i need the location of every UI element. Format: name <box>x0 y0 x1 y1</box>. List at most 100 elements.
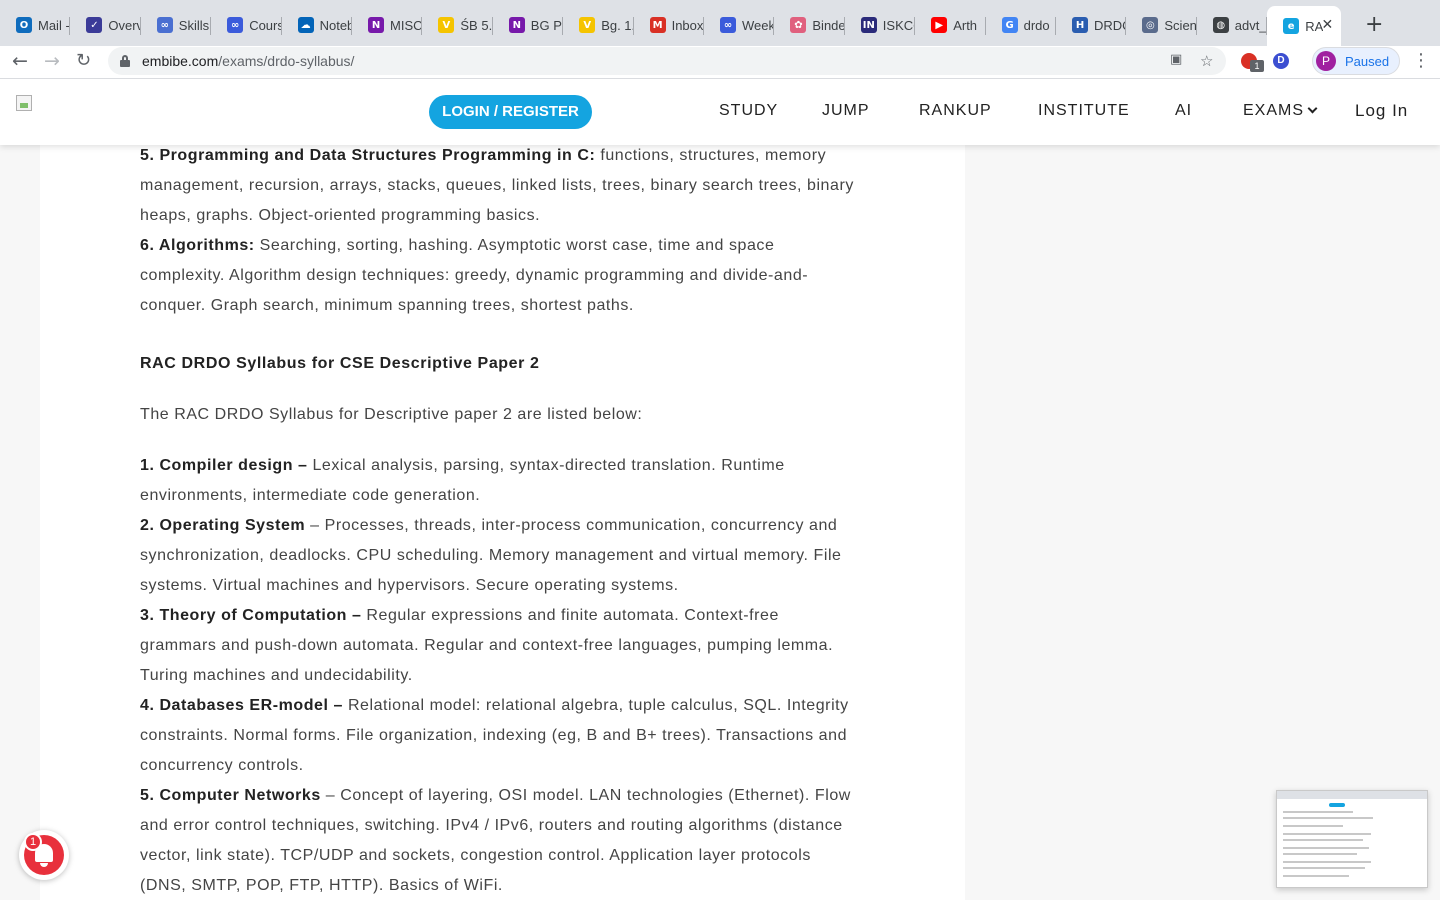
avatar: P <box>1316 51 1336 71</box>
tab-title: Bg. 1. <box>601 17 634 33</box>
tab-favicon-icon: ∞ <box>156 17 173 33</box>
browser-tab[interactable]: V ŚB 5. <box>422 8 493 42</box>
nav-institute[interactable]: INSTITUTE <box>1038 102 1130 120</box>
paragraph-programming: 5. Programming and Data Structures Progr… <box>140 147 854 224</box>
tab-title: advt_ <box>1234 17 1267 33</box>
browser-tab[interactable]: O Mail - <box>0 8 71 42</box>
login-register-button[interactable]: LOGIN / REGISTER <box>429 95 592 129</box>
tab-favicon-icon: G <box>1001 17 1018 33</box>
bookmark-star-icon[interactable]: ☆ <box>1200 52 1213 70</box>
browser-tab[interactable]: ∞ Week <box>704 8 775 42</box>
tab-favicon-icon: ∞ <box>227 17 244 33</box>
browser-tab[interactable]: ✓ Overv <box>70 8 141 42</box>
tab-title: Binde <box>812 17 845 33</box>
tab-favicon-icon: ✓ <box>86 17 103 33</box>
tab-title: MISC <box>390 17 423 33</box>
address-bar[interactable]: embibe.com/exams/drdo-syllabus/ ▣ ☆ <box>108 47 1226 75</box>
site-header: LOGIN / REGISTER STUDY JUMP RANKUP INSTI… <box>0 79 1440 145</box>
tab-title: BG Pr <box>530 17 564 33</box>
list-item-os: 2. Operating System – Processes, threads… <box>140 517 842 594</box>
tab-title: Arth <box>953 17 978 33</box>
list-item-compiler: 1. Compiler design – Lexical analysis, p… <box>140 457 785 504</box>
nav-study[interactable]: STUDY <box>719 102 778 120</box>
back-arrow-icon[interactable]: ← <box>12 50 28 72</box>
section-heading: RAC DRDO Syllabus for CSE Descriptive Pa… <box>140 355 540 372</box>
tab-favicon-icon: ✿ <box>790 17 807 33</box>
browser-tab[interactable]: ◍ advt_ <box>1197 8 1268 42</box>
tab-title: Noteb <box>319 17 352 33</box>
browser-tab[interactable]: Gdrdo <box>986 8 1056 42</box>
tab-favicon-icon: ∞ <box>720 17 736 33</box>
extension-d-icon[interactable]: D <box>1273 53 1289 69</box>
browser-menu-icon[interactable]: ⋮ <box>1412 50 1430 71</box>
tab-title: Overv <box>108 17 141 33</box>
tab-close-icon[interactable]: ✕ <box>1321 16 1333 33</box>
browser-tab[interactable]: IN ISKCC <box>845 8 916 42</box>
nav-jump[interactable]: JUMP <box>822 102 870 120</box>
screenshot-thumbnail[interactable] <box>1276 790 1428 888</box>
list-item-databases: 4. Databases ER-model – Relational model… <box>140 697 849 774</box>
tab-favicon-icon: V <box>438 17 455 33</box>
tab-favicon-icon: O <box>16 17 32 33</box>
tab-favicon-icon: ▶ <box>931 17 948 33</box>
browser-tab[interactable]: M Inbox <box>634 8 704 42</box>
browser-tab[interactable]: e RA ✕ <box>1267 6 1342 46</box>
list-item-networks: 5. Computer Networks – Concept of layeri… <box>140 787 851 894</box>
nav-rankup[interactable]: RANKUP <box>919 102 992 120</box>
tab-favicon-icon: N <box>508 17 525 33</box>
browser-tab[interactable]: ∞ Skills <box>141 8 212 42</box>
browser-tab[interactable]: H DRDC <box>1056 8 1127 42</box>
tab-favicon-icon: IN <box>860 17 877 33</box>
url-text[interactable]: embibe.com/exams/drdo-syllabus/ <box>142 53 354 69</box>
profile-button[interactable]: P Paused <box>1312 47 1400 75</box>
tab-title: Inbox <box>671 17 704 33</box>
extension-badge: 1 <box>1250 60 1264 72</box>
tab-favicon-icon: ☁ <box>297 17 314 33</box>
reload-icon[interactable]: ↻ <box>76 50 91 71</box>
tab-title: ŚB 5. <box>460 17 493 33</box>
browser-toolbar: ← → ↻ embibe.com/exams/drdo-syllabus/ ▣ … <box>0 46 1440 79</box>
tab-favicon-icon: H <box>1072 17 1088 33</box>
tab-favicon-icon: ◍ <box>1212 17 1229 33</box>
tab-favicon-icon: ◎ <box>1142 17 1159 33</box>
browser-tab[interactable]: ✿ Binde <box>774 8 845 42</box>
profile-status: Paused <box>1345 54 1390 69</box>
blocked-popup-icon[interactable]: ▣ <box>1170 52 1182 67</box>
new-tab-button[interactable]: + <box>1365 12 1383 37</box>
section-intro: The RAC DRDO Syllabus for Descriptive pa… <box>140 406 643 423</box>
browser-tab[interactable]: ▶ Arth <box>915 8 986 42</box>
browser-tabstrip: O Mail - ✓ Overv ∞ Skills ∞ Cours ☁ Noteb N MISC V ŚB… <box>0 0 1440 46</box>
nav-login[interactable]: Log In <box>1355 101 1408 121</box>
tab-title: ISKCC <box>882 17 915 33</box>
chevron-down-icon <box>1307 103 1318 114</box>
tab-favicon-icon: M <box>649 17 666 33</box>
page-viewport: 5. Programming and Data Structures Progr… <box>0 79 1440 900</box>
browser-tab[interactable]: ☁ Noteb <box>282 8 352 42</box>
browser-tab[interactable]: V Bg. 1. <box>563 8 634 42</box>
tab-favicon-icon: N <box>368 17 384 33</box>
nav-ai[interactable]: AI <box>1175 102 1192 120</box>
tab-title: drdo <box>1023 17 1050 33</box>
browser-tab[interactable]: ∞ Cours <box>211 8 282 42</box>
tab-title: DRDC <box>1094 17 1126 33</box>
list-item-toc: 3. Theory of Computation – Regular expre… <box>140 607 834 684</box>
article-content: 5. Programming and Data Structures Progr… <box>40 79 965 900</box>
tab-favicon-icon: V <box>579 17 596 33</box>
browser-tab[interactable]: ◎ Scien <box>1126 8 1197 42</box>
tab-title: Mail - <box>38 17 70 33</box>
logo-image[interactable] <box>16 95 32 111</box>
forward-arrow-icon[interactable]: → <box>44 50 60 72</box>
notification-bell-button[interactable]: 1 <box>19 830 69 880</box>
paragraph-algorithms: 6. Algorithms: Searching, sorting, hashi… <box>140 237 809 314</box>
tab-title: Scien <box>1164 17 1197 33</box>
nav-exams[interactable]: EXAMS <box>1243 102 1318 120</box>
tab-title: Skills <box>178 17 210 33</box>
tab-title: Cours <box>249 17 282 33</box>
browser-tab[interactable]: N MISC <box>352 8 423 42</box>
tab-favicon-icon: e <box>1283 18 1300 34</box>
lock-icon[interactable] <box>120 55 130 67</box>
tab-title: Week <box>742 17 775 33</box>
browser-tab[interactable]: N BG Pr <box>493 8 564 42</box>
nav-exams-label: EXAMS <box>1243 102 1305 119</box>
notification-count-badge: 1 <box>24 833 42 851</box>
